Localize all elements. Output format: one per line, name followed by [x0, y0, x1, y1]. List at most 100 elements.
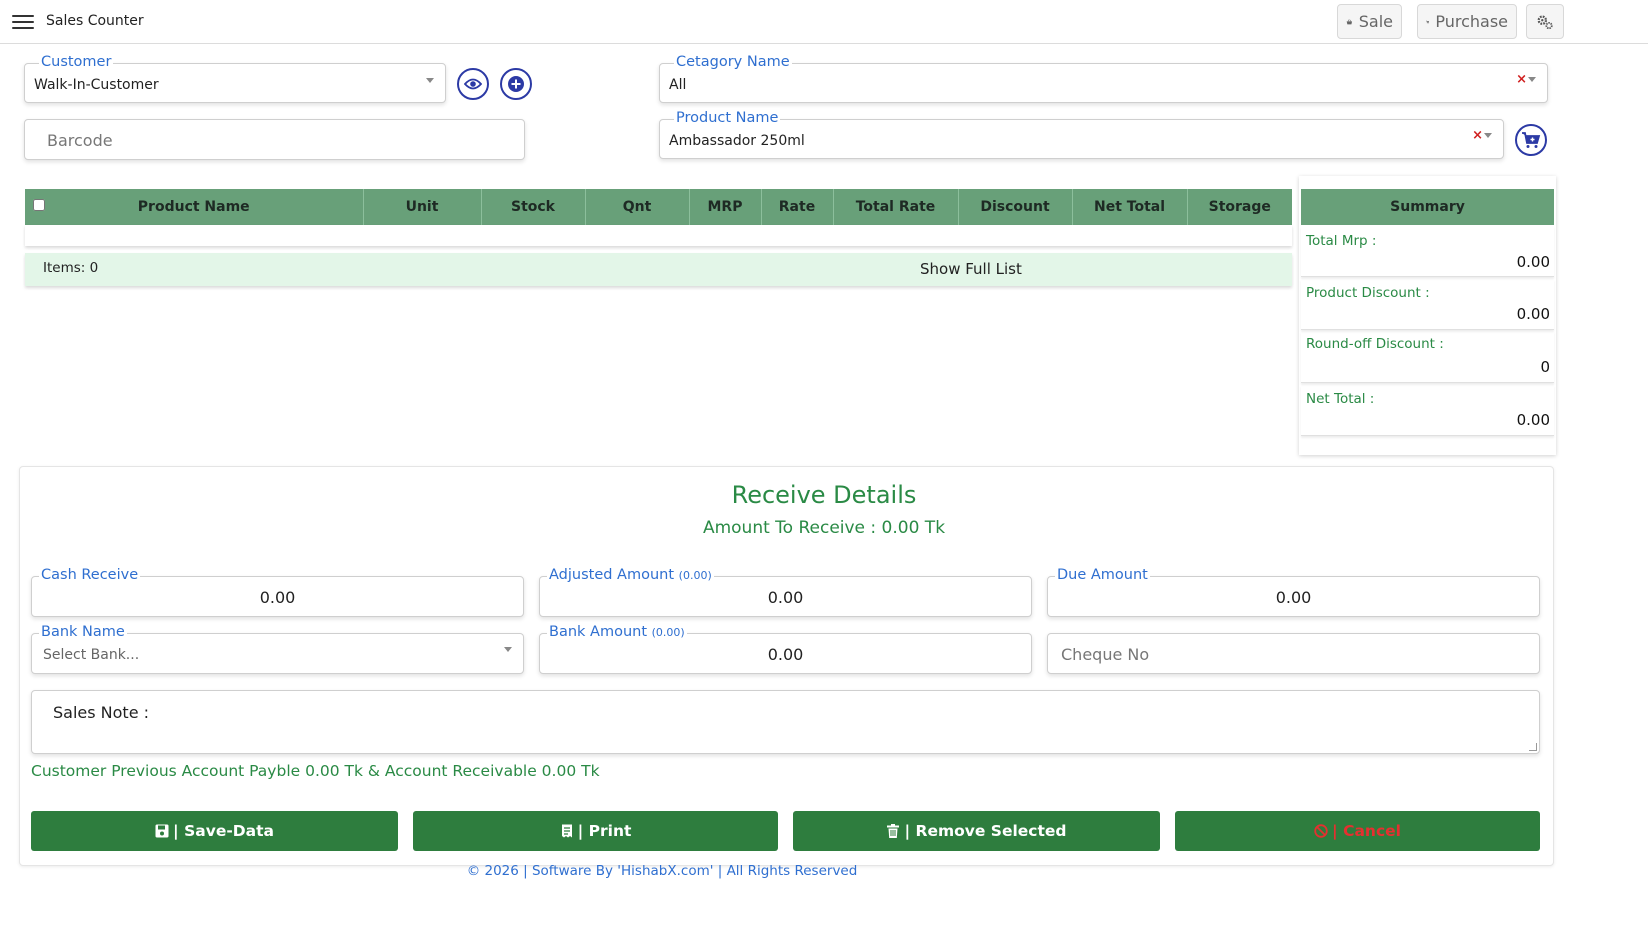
- chevron-down-icon: [504, 647, 512, 652]
- total-mrp-value: 0.00: [1516, 253, 1550, 271]
- trash-icon: [887, 824, 900, 838]
- sales-note-placeholder: Sales Note :: [53, 703, 150, 722]
- product-select[interactable]: Product Name Ambassador 250ml ×: [659, 108, 1504, 159]
- select-all-checkbox[interactable]: [33, 199, 45, 211]
- hamburger-menu-icon[interactable]: [12, 11, 34, 31]
- save-icon: [155, 824, 169, 838]
- category-value: All: [669, 77, 687, 93]
- add-to-cart-button[interactable]: [1515, 124, 1547, 156]
- col-unit: Unit: [363, 189, 482, 225]
- sale-label: Sale: [1358, 12, 1393, 31]
- col-storage: Storage: [1187, 189, 1292, 225]
- cancel-label: | Cancel: [1332, 822, 1401, 840]
- add-customer-button[interactable]: [500, 68, 532, 100]
- customer-label: Customer: [39, 52, 114, 72]
- previous-account-info: Customer Previous Account Payble 0.00 Tk…: [31, 762, 600, 780]
- category-label: Cetagory Name: [674, 52, 792, 72]
- product-value: Ambassador 250ml: [669, 133, 805, 149]
- due-amount-label: Due Amount: [1055, 565, 1150, 585]
- items-count: Items: 0: [43, 260, 99, 276]
- col-net-total: Net Total: [1072, 189, 1188, 225]
- cart-plus-icon: [1522, 132, 1541, 148]
- bank-amount-label: Bank Amount (0.00): [547, 622, 687, 643]
- col-product-name: Product Name: [25, 189, 364, 225]
- summary-row-roundoff-discount: Round-off Discount : 0: [1301, 331, 1554, 383]
- resize-handle-icon[interactable]: [1529, 743, 1537, 751]
- net-total-label: Net Total :: [1306, 391, 1375, 407]
- summary-title: Summary: [1301, 189, 1554, 225]
- total-mrp-label: Total Mrp :: [1306, 233, 1377, 249]
- basket-icon: [1346, 18, 1353, 24]
- sale-button[interactable]: Sale: [1337, 4, 1402, 39]
- adjusted-amount-input[interactable]: Adjusted Amount (0.00) 0.00: [539, 565, 1032, 617]
- plus-circle-icon: [508, 76, 524, 92]
- product-discount-label: Product Discount :: [1306, 285, 1430, 301]
- clear-category-icon[interactable]: ×: [1516, 72, 1527, 87]
- summary-row-total-mrp: Total Mrp : 0.00: [1301, 226, 1554, 277]
- col-stock: Stock: [481, 189, 586, 225]
- amount-to-receive: Amount To Receive : 0.00 Tk: [702, 518, 946, 538]
- cancel-button[interactable]: | Cancel: [1175, 811, 1540, 851]
- barcode-placeholder: Barcode: [47, 131, 113, 150]
- col-qnt: Qnt: [585, 189, 690, 225]
- product-table: Product Name Unit Stock Qnt MRP Rate Tot…: [25, 189, 1292, 225]
- col-label: Product Name: [137, 199, 250, 215]
- col-mrp: MRP: [689, 189, 762, 225]
- net-total-value: 0.00: [1516, 411, 1550, 429]
- items-bar: Items: 0 Show Full List: [25, 253, 1292, 286]
- due-amount-input[interactable]: Due Amount 0.00: [1047, 565, 1540, 617]
- cash-receive-input[interactable]: Cash Receive 0.00: [31, 565, 524, 617]
- summary-row-product-discount: Product Discount : 0.00: [1301, 279, 1554, 330]
- summary-row-net-total: Net Total : 0.00: [1301, 385, 1554, 436]
- col-discount: Discount: [958, 189, 1073, 225]
- top-bar: Sales Counter Sale Purchase: [0, 0, 1648, 44]
- barcode-input[interactable]: Barcode: [24, 119, 525, 160]
- cash-receive-label: Cash Receive: [39, 565, 141, 585]
- remove-selected-button[interactable]: | Remove Selected: [793, 811, 1160, 851]
- clear-product-icon[interactable]: ×: [1472, 128, 1483, 143]
- customer-value: Walk-In-Customer: [34, 77, 159, 93]
- footer-copyright: © 2026 | Software By 'HishabX.com' | All…: [466, 863, 858, 879]
- bank-amount-input[interactable]: Bank Amount (0.00) 0.00: [539, 622, 1032, 674]
- settings-button[interactable]: [1526, 4, 1564, 39]
- bank-name-label: Bank Name: [39, 622, 127, 642]
- receipt-icon: [561, 824, 572, 838]
- receive-details-title: Receive Details: [731, 481, 917, 509]
- show-full-list-link[interactable]: Show Full List: [920, 260, 1022, 278]
- cart-icon: [1426, 20, 1430, 23]
- table-header-row: Product Name Unit Stock Qnt MRP Rate Tot…: [25, 189, 1292, 225]
- save-data-label: | Save-Data: [173, 822, 274, 840]
- table-body: [25, 225, 1292, 246]
- product-label: Product Name: [674, 108, 781, 128]
- chevron-down-icon: [426, 78, 434, 83]
- save-data-button[interactable]: | Save-Data: [31, 811, 398, 851]
- remove-selected-label: | Remove Selected: [904, 822, 1067, 840]
- view-customer-button[interactable]: [457, 68, 489, 100]
- due-amount-value: 0.00: [1275, 588, 1312, 607]
- bank-name-placeholder: Select Bank...: [43, 647, 140, 663]
- summary-panel: Summary Total Mrp : 0.00 Product Discoun…: [1299, 176, 1556, 455]
- bank-amount-label-text: Bank Amount: [549, 624, 648, 640]
- cheque-no-input[interactable]: Cheque No: [1047, 633, 1540, 674]
- col-total-rate: Total Rate: [833, 189, 959, 225]
- roundoff-discount-value: 0: [1540, 358, 1550, 376]
- adjusted-amount-label-text: Adjusted Amount: [549, 567, 675, 583]
- chevron-down-icon: [1484, 133, 1492, 138]
- print-button[interactable]: | Print: [413, 811, 778, 851]
- category-select[interactable]: Cetagory Name All ×: [659, 52, 1548, 103]
- bank-amount-hint: (0.00): [651, 626, 685, 639]
- roundoff-discount-label: Round-off Discount :: [1306, 336, 1444, 352]
- purchase-button[interactable]: Purchase: [1417, 4, 1517, 39]
- ban-icon: [1314, 824, 1328, 838]
- chevron-down-icon: [1528, 77, 1536, 82]
- cheque-no-placeholder: Cheque No: [1061, 645, 1150, 664]
- col-rate: Rate: [761, 189, 834, 225]
- cash-receive-value: 0.00: [259, 588, 296, 607]
- bank-amount-value: 0.00: [767, 645, 804, 664]
- sales-note-textarea[interactable]: Sales Note :: [31, 690, 1540, 754]
- product-discount-value: 0.00: [1516, 305, 1550, 323]
- customer-select[interactable]: Customer Walk-In-Customer: [24, 52, 446, 103]
- page-title: Sales Counter: [46, 13, 144, 29]
- bank-name-select[interactable]: Bank Name Select Bank...: [31, 622, 524, 674]
- eye-icon: [464, 78, 482, 90]
